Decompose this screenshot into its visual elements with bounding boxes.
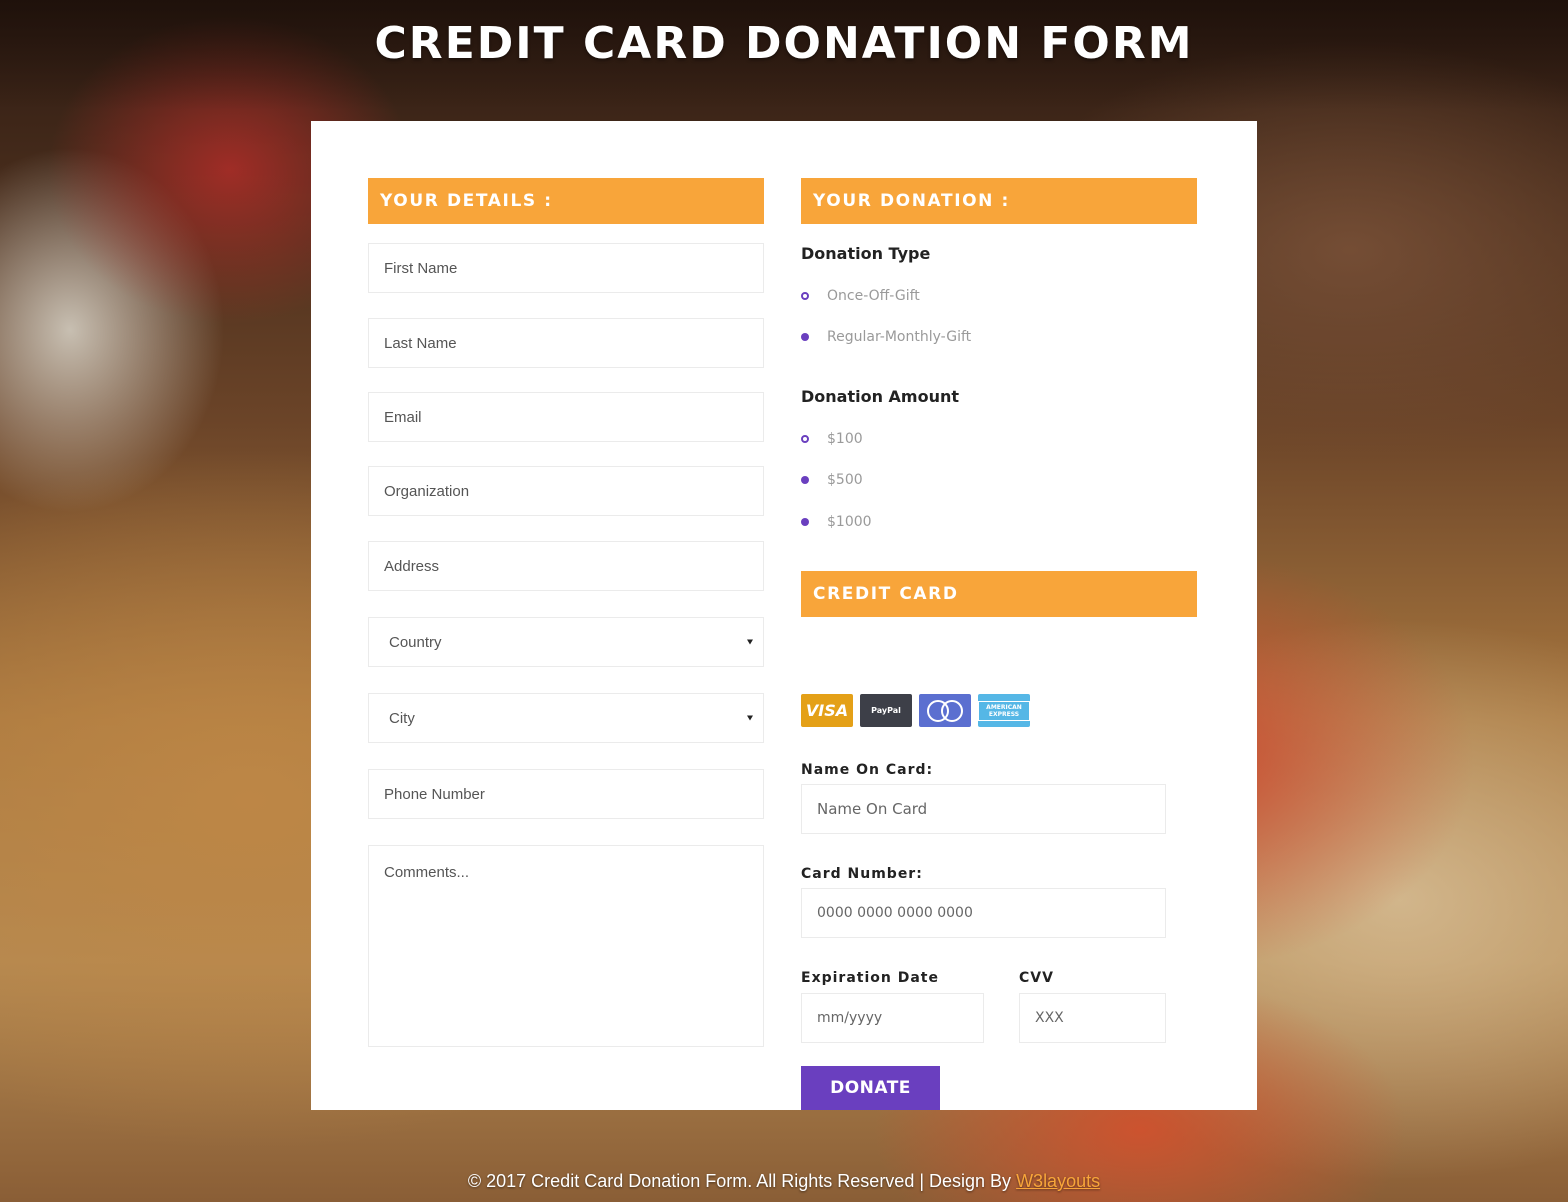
expiration-date-placeholder: mm/yyyy <box>817 1010 883 1026</box>
address-placeholder: Address <box>384 557 440 575</box>
your-donation-section: YOUR DONATION : Donation Type Once-Off-G… <box>801 178 1197 1110</box>
radio-amount-100[interactable]: $100 <box>801 431 863 447</box>
radio-checked-icon <box>801 476 809 484</box>
radio-checked-icon <box>801 333 809 341</box>
radio-label: $1000 <box>827 514 872 530</box>
first-name-input[interactable]: First Name <box>368 243 764 293</box>
radio-once-off-gift[interactable]: Once-Off-Gift <box>801 288 920 304</box>
name-on-card-label: Name On Card: <box>801 762 934 778</box>
phone-number-placeholder: Phone Number <box>384 785 485 803</box>
radio-label: Once-Off-Gift <box>827 288 920 304</box>
radio-unchecked-icon <box>801 435 809 443</box>
your-details-section: YOUR DETAILS : First Name Last Name Emai… <box>368 178 764 1047</box>
name-on-card-placeholder: Name On Card <box>817 800 928 818</box>
amex-logo-text: AMERICAN EXPRESS <box>978 700 1030 721</box>
last-name-placeholder: Last Name <box>384 334 457 352</box>
email-input[interactable]: Email <box>368 392 764 442</box>
mastercard-logo-icon <box>919 694 971 727</box>
your-donation-heading: YOUR DONATION : <box>801 178 1197 224</box>
visa-logo-icon: VISA <box>801 694 853 727</box>
email-placeholder: Email <box>384 408 422 426</box>
footer: © 2017 Credit Card Donation Form. All Ri… <box>0 1171 1568 1192</box>
last-name-input[interactable]: Last Name <box>368 318 764 368</box>
expiration-date-label: Expiration Date <box>801 970 939 986</box>
card-number-label: Card Number: <box>801 866 923 882</box>
radio-amount-500[interactable]: $500 <box>801 472 863 488</box>
radio-regular-monthly-gift[interactable]: Regular-Monthly-Gift <box>801 329 971 345</box>
credit-card-heading: CREDIT CARD <box>801 571 1197 617</box>
card-logos: VISA PayPal AMERICAN EXPRESS <box>801 694 1030 727</box>
donation-form: YOUR DETAILS : First Name Last Name Emai… <box>311 121 1257 1110</box>
phone-number-input[interactable]: Phone Number <box>368 769 764 819</box>
donate-button[interactable]: DONATE <box>801 1066 940 1110</box>
comments-textarea[interactable]: Comments... <box>368 845 764 1047</box>
donation-amount-label: Donation Amount <box>801 387 960 406</box>
radio-amount-1000[interactable]: $1000 <box>801 514 872 530</box>
radio-unchecked-icon <box>801 292 809 300</box>
footer-link-w3layouts[interactable]: W3layouts <box>1016 1171 1100 1191</box>
donation-type-label: Donation Type <box>801 244 931 263</box>
city-select[interactable]: City <box>368 693 764 743</box>
radio-label: $500 <box>827 472 863 488</box>
country-select-value: Country <box>389 633 442 651</box>
country-select[interactable]: Country <box>368 617 764 667</box>
chevron-down-icon <box>747 715 753 721</box>
organization-placeholder: Organization <box>384 482 470 500</box>
paypal-logo-icon: PayPal <box>860 694 912 727</box>
chevron-down-icon <box>747 639 753 645</box>
radio-checked-icon <box>801 518 809 526</box>
cvv-label: CVV <box>1019 970 1054 986</box>
city-select-value: City <box>389 709 415 727</box>
card-number-placeholder: 0000 0000 0000 0000 <box>817 905 973 921</box>
name-on-card-input[interactable]: Name On Card <box>801 784 1166 834</box>
expiration-date-input[interactable]: mm/yyyy <box>801 993 984 1043</box>
cvv-input[interactable]: XXX <box>1019 993 1166 1043</box>
card-number-input[interactable]: 0000 0000 0000 0000 <box>801 888 1166 938</box>
your-details-heading: YOUR DETAILS : <box>368 178 764 224</box>
radio-label: Regular-Monthly-Gift <box>827 329 972 345</box>
page-title: CREDIT CARD DONATION FORM <box>374 18 1194 69</box>
amex-logo-icon: AMERICAN EXPRESS <box>978 694 1030 727</box>
footer-text: © 2017 Credit Card Donation Form. All Ri… <box>467 1171 1017 1191</box>
comments-placeholder: Comments... <box>384 864 470 881</box>
address-input[interactable]: Address <box>368 541 764 591</box>
first-name-placeholder: First Name <box>384 259 458 277</box>
organization-input[interactable]: Organization <box>368 466 764 516</box>
cvv-placeholder: XXX <box>1035 1010 1064 1026</box>
radio-label: $100 <box>827 431 863 447</box>
